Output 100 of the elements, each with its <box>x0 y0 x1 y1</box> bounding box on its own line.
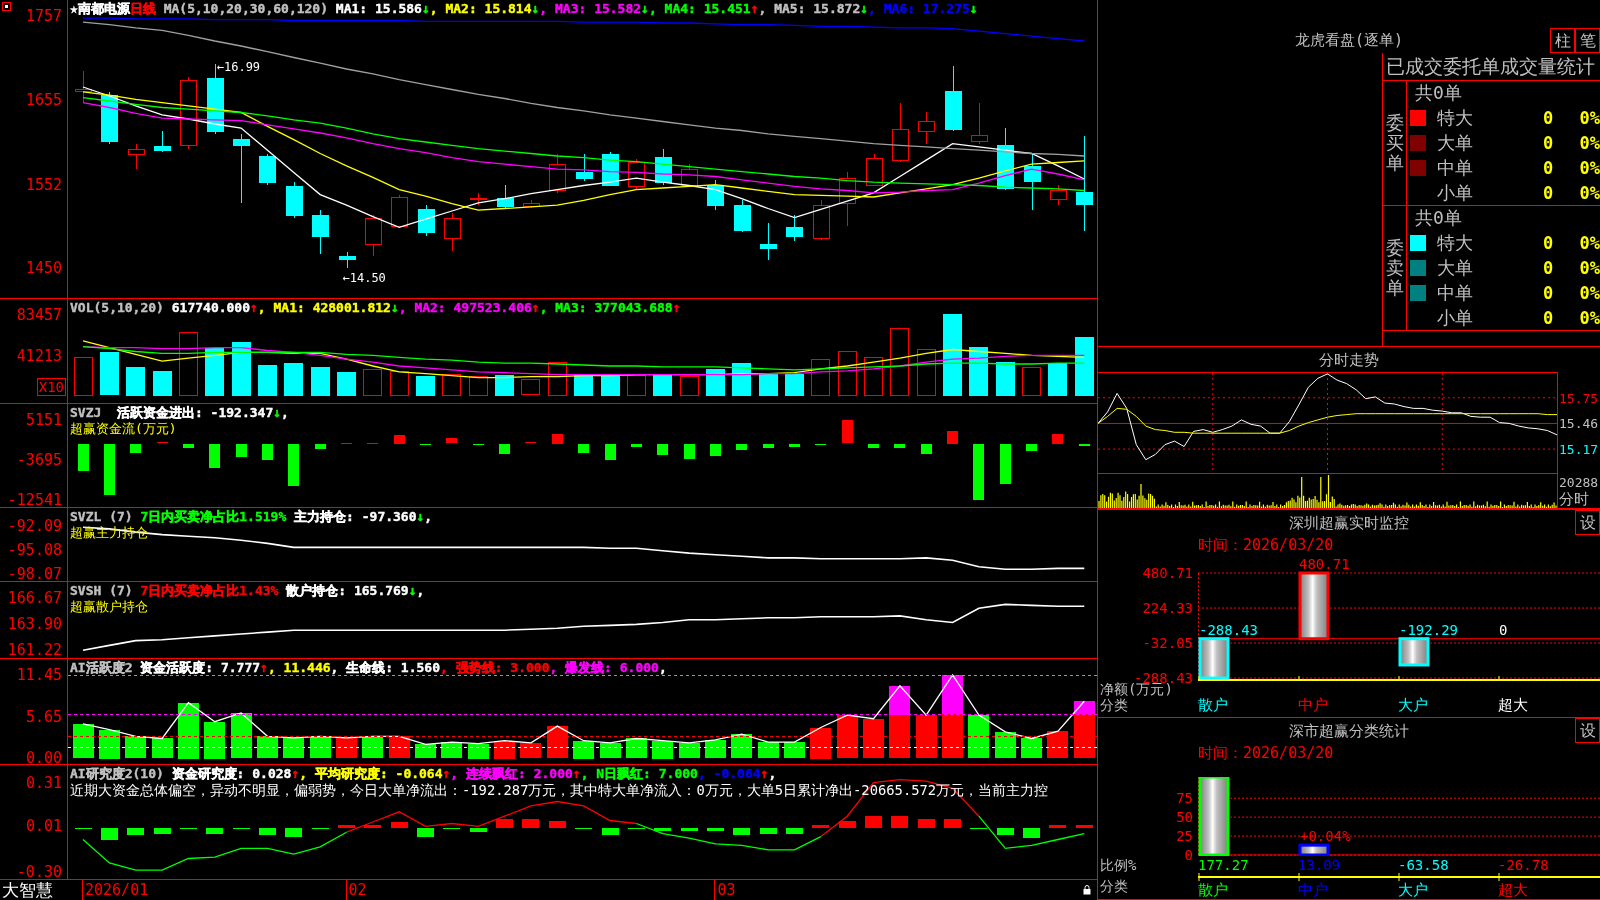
bar <box>810 728 831 759</box>
order-count: 0 <box>1542 307 1554 328</box>
settings-button[interactable]: 设 <box>1575 510 1600 535</box>
bar <box>916 715 937 758</box>
axis-tick-label: 163.90 <box>7 616 62 632</box>
bar <box>736 444 747 450</box>
order-size-label: 小单 <box>1436 180 1473 205</box>
bar <box>889 714 910 758</box>
axis-tick-label: 15.75 <box>1559 391 1599 405</box>
axis-tick-label: 1552 <box>25 177 62 193</box>
indicator-subtitle: 超赢散户持仓 <box>70 599 148 614</box>
bar <box>394 435 405 444</box>
candlestick <box>1075 135 1093 232</box>
settings-button[interactable]: 设 <box>1575 718 1600 743</box>
bar <box>997 828 1014 835</box>
candlestick <box>417 204 435 237</box>
order-count: 0 <box>1542 232 1554 253</box>
bar <box>680 376 699 396</box>
time-label: 时间：2026/03/20 <box>1198 535 1334 555</box>
lock-icon[interactable] <box>1083 885 1091 895</box>
order-percent: 0% <box>1579 232 1600 253</box>
axis-tick-label: -92.09 <box>7 518 62 534</box>
order-count: 0 <box>1542 107 1554 128</box>
order-count: 0 <box>1542 182 1554 203</box>
axis-tick-label: 224.33 <box>1142 601 1193 616</box>
bar <box>811 359 830 396</box>
mode-button[interactable]: 柱 <box>1550 28 1575 53</box>
axis-tick-label: 41213 <box>16 348 62 364</box>
bar <box>204 722 225 759</box>
ratio-label: 13.09 <box>1298 856 1341 873</box>
axis-tick-label: -95.08 <box>7 542 62 558</box>
category-label: 超大 <box>1498 881 1528 899</box>
bar <box>154 828 171 834</box>
category-label: 散户 <box>1198 696 1228 714</box>
bar <box>183 444 194 448</box>
category-label: 超大 <box>1498 696 1528 714</box>
candlestick <box>179 76 197 150</box>
indicator-subtitle: 超赢资金流(万元) <box>70 421 177 436</box>
time-label: 时间：2026/03/20 <box>1198 743 1334 764</box>
bar <box>521 379 540 395</box>
bar <box>549 821 566 828</box>
volume-scale-label: 20288 <box>1559 474 1599 491</box>
bar <box>283 738 304 758</box>
x-axis-title: 分类 <box>1100 697 1128 713</box>
bar <box>552 434 563 444</box>
value-label: -192.29 <box>1399 622 1458 637</box>
order-total: 共0单 <box>1415 206 1462 230</box>
bar <box>104 444 115 495</box>
bar <box>837 715 858 758</box>
bar <box>605 444 616 460</box>
category-label: 散户 <box>1198 881 1228 899</box>
bar <box>710 444 721 456</box>
axis-tick-label: 25 <box>1176 829 1193 844</box>
bar <box>389 736 410 758</box>
bar <box>890 328 909 396</box>
order-percent: 0% <box>1579 157 1600 178</box>
bar <box>232 342 251 396</box>
panel-title: 分时走势 <box>1319 349 1379 370</box>
axis-tick-label: 1757 <box>25 8 62 24</box>
bar <box>179 332 198 396</box>
bar <box>101 828 118 840</box>
panel-title: 龙虎看盘(逐单) <box>1294 30 1404 51</box>
bar <box>1049 825 1066 828</box>
candlestick <box>443 212 461 252</box>
bar <box>995 732 1016 758</box>
axis-tick-label: 5151 <box>25 412 62 428</box>
bar <box>943 314 962 396</box>
bar <box>73 724 94 758</box>
bar <box>942 714 963 758</box>
bar <box>839 821 856 828</box>
bar <box>417 828 434 837</box>
bar <box>733 828 750 835</box>
order-size-label: 中单 <box>1436 280 1473 305</box>
bar <box>209 444 220 468</box>
bar <box>601 376 620 396</box>
order-count: 0 <box>1542 257 1554 278</box>
bar <box>652 741 673 759</box>
bar <box>868 444 879 448</box>
bar <box>262 444 273 460</box>
candlestick <box>970 102 988 145</box>
order-percent: 0% <box>1579 307 1600 328</box>
bar <box>731 734 752 758</box>
category-label: 大户 <box>1398 881 1428 899</box>
candlestick <box>891 102 909 161</box>
candlestick <box>838 171 856 227</box>
bar <box>760 828 777 834</box>
bar <box>578 444 589 453</box>
bar <box>100 352 119 395</box>
order-percent: 0% <box>1579 107 1600 128</box>
bar <box>705 740 726 758</box>
category-label: 大户 <box>1398 696 1428 714</box>
mode-button[interactable]: 笔 <box>1575 28 1600 53</box>
bar <box>1047 731 1068 758</box>
axis-tick-label: -0.30 <box>16 864 62 880</box>
bar <box>1048 363 1067 396</box>
bar <box>336 738 357 758</box>
bar <box>944 819 961 828</box>
axis-tick-label: -12541 <box>7 492 62 508</box>
bar <box>654 828 671 831</box>
bar <box>947 431 958 444</box>
